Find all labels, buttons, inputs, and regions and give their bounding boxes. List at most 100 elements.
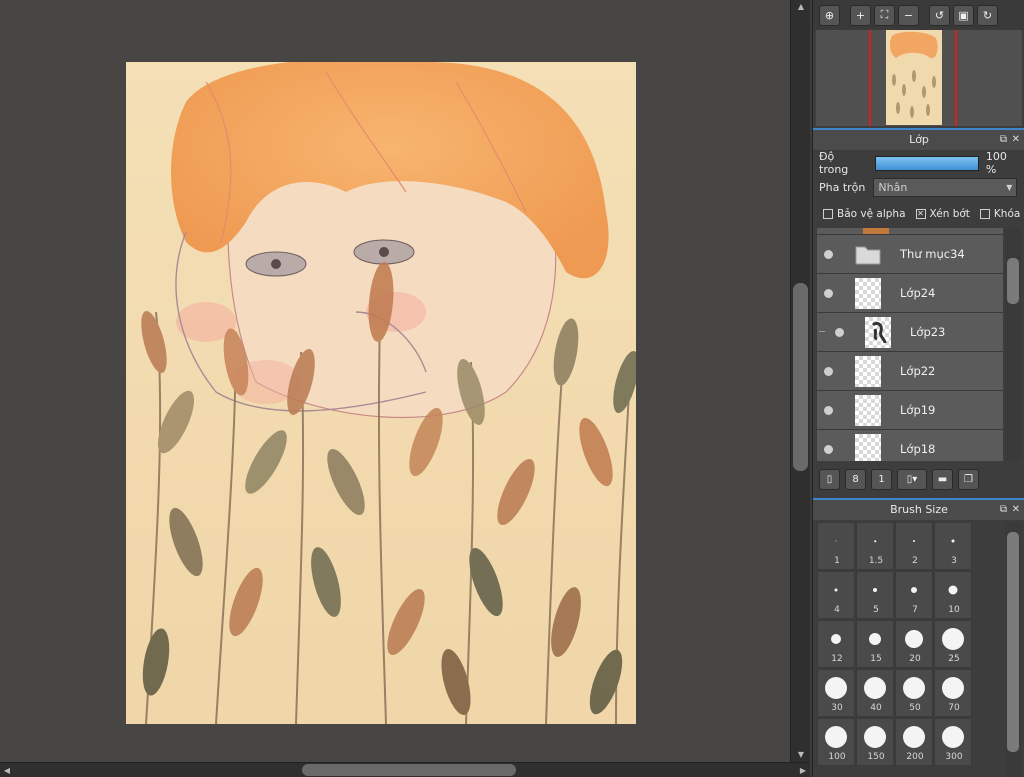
clipping-label: Xén bớt <box>929 208 970 220</box>
layer-panel-title: Lớp <box>909 133 929 146</box>
layer-thumbnail <box>855 356 881 387</box>
brush-scroll-thumb[interactable] <box>1007 532 1019 752</box>
brush-dot-icon <box>903 677 925 699</box>
layer-list[interactable]: Thư mục34 Lớp24 Lớp23 Lớp22 Lớp19 Lớp18 <box>817 228 1003 461</box>
canvas-horizontal-scrollbar[interactable]: ◀ ▶ <box>0 762 810 777</box>
brush-size-cell[interactable]: 3 <box>934 522 972 570</box>
brush-size-cell[interactable]: 10 <box>934 571 972 619</box>
brush-size-cell[interactable]: 20 <box>895 620 933 668</box>
brush-dot-icon <box>942 726 964 748</box>
visibility-eye-icon[interactable] <box>824 250 833 259</box>
layer-name: Lớp23 <box>910 325 946 339</box>
brush-size-cell[interactable]: 12 <box>817 620 855 668</box>
visibility-eye-icon[interactable] <box>835 328 844 337</box>
scroll-right-arrow-icon[interactable]: ▶ <box>796 763 810 777</box>
brush-size-panel-title: Brush Size <box>890 503 948 516</box>
brush-size-cell[interactable]: 25 <box>934 620 972 668</box>
opacity-value: 100 % <box>985 150 1007 176</box>
brush-size-cell[interactable]: 1 <box>817 522 855 570</box>
brush-size-label: 7 <box>912 605 918 615</box>
blend-label: Pha trộn <box>819 180 866 194</box>
new-layer-icon[interactable]: ▯ <box>819 468 840 490</box>
brush-size-cell[interactable]: 70 <box>934 669 972 717</box>
navigator-preview[interactable] <box>816 30 1022 126</box>
brush-size-cell[interactable]: 50 <box>895 669 933 717</box>
popout-icon[interactable]: ⧉ <box>1000 130 1007 150</box>
brush-size-cell[interactable]: 2 <box>895 522 933 570</box>
brush-size-cell[interactable]: 40 <box>856 669 894 717</box>
brush-size-label: 50 <box>909 703 921 713</box>
clipping-checkbox[interactable]: ✕ Xén bớt <box>915 208 970 220</box>
new-1bit-layer-icon[interactable]: 1 <box>871 468 892 490</box>
layer-thumbnail <box>855 395 881 426</box>
brush-size-cell[interactable]: 1.5 <box>856 522 894 570</box>
new-folder-icon[interactable]: ▬ <box>932 468 953 490</box>
brush-size-panel-header: Brush Size ⧉ ✕ <box>813 498 1024 520</box>
layer-scroll-thumb[interactable] <box>1007 258 1019 304</box>
brush-size-scrollbar[interactable] <box>1005 522 1021 777</box>
brush-size-cell[interactable]: 150 <box>856 718 894 766</box>
layer-name: Lớp19 <box>900 403 936 417</box>
visibility-eye-icon[interactable] <box>824 406 833 415</box>
vertical-scroll-thumb[interactable] <box>793 283 808 471</box>
brush-size-label: 100 <box>828 752 846 762</box>
layer-thumbnail <box>855 434 881 461</box>
layer-name: Lớp22 <box>900 364 936 378</box>
canvas-vertical-scrollbar[interactable]: ▲ ▼ <box>790 0 810 762</box>
brush-size-cell[interactable]: 300 <box>934 718 972 766</box>
zoom-out-icon[interactable]: − <box>898 4 919 26</box>
layer-row-folder[interactable]: Thư mục34 <box>817 235 1003 274</box>
brush-size-cell[interactable]: 4 <box>817 571 855 619</box>
brush-dot-icon <box>864 726 886 748</box>
brush-size-cell[interactable]: 15 <box>856 620 894 668</box>
scroll-left-arrow-icon[interactable]: ◀ <box>0 763 14 777</box>
close-icon[interactable]: ✕ <box>1012 130 1020 150</box>
brush-dot-icon <box>913 540 915 542</box>
layer-row[interactable]: Lớp18 <box>817 430 1003 461</box>
add-layer-dropdown-icon[interactable]: ▯▾ <box>897 468 927 490</box>
brush-dot-icon <box>874 540 876 542</box>
brush-dot-icon <box>864 677 886 699</box>
navigator-view-frame[interactable] <box>869 30 957 126</box>
scroll-up-arrow-icon[interactable]: ▲ <box>791 0 811 14</box>
visibility-eye-icon[interactable] <box>824 367 833 376</box>
app-window: ▲ ▼ ◀ ▶ ⊕ + ⛶ − ↺ ▣ ↻ Lớp ⧉ ✕ Độ trong 1… <box>0 0 1024 777</box>
canvas-workspace[interactable] <box>0 0 790 762</box>
brush-dot-icon <box>834 588 838 592</box>
zoom-in-icon[interactable]: + <box>850 4 871 26</box>
checkbox-unchecked-icon <box>979 209 990 219</box>
horizontal-scroll-thumb[interactable] <box>302 764 516 776</box>
duplicate-layer-icon[interactable]: ❐ <box>958 468 979 490</box>
brush-size-cell[interactable]: 30 <box>817 669 855 717</box>
brush-size-label: 5 <box>873 605 879 615</box>
brush-dot-icon <box>911 587 917 593</box>
layer-row[interactable]: Lớp24 <box>817 274 1003 313</box>
close-icon[interactable]: ✕ <box>1012 500 1020 520</box>
brush-size-cell[interactable]: 100 <box>817 718 855 766</box>
popout-icon[interactable]: ⧉ <box>1000 500 1007 520</box>
artwork-canvas[interactable] <box>126 62 636 724</box>
zoom-fit-icon[interactable]: ⊕ <box>819 4 840 26</box>
brush-size-cell[interactable]: 7 <box>895 571 933 619</box>
blend-mode-select[interactable]: Nhân ▼ <box>873 177 1018 197</box>
layer-row[interactable]: Lớp19 <box>817 391 1003 430</box>
visibility-eye-icon[interactable] <box>824 445 833 454</box>
opacity-slider[interactable] <box>874 155 979 171</box>
layer-list-scrollbar[interactable] <box>1005 228 1021 461</box>
brush-size-cell[interactable]: 5 <box>856 571 894 619</box>
reset-view-icon[interactable]: ▣ <box>953 4 974 26</box>
rotate-left-icon[interactable]: ↺ <box>929 4 950 26</box>
brush-size-cell[interactable]: 200 <box>895 718 933 766</box>
brush-dot-icon <box>831 634 841 644</box>
scroll-down-arrow-icon[interactable]: ▼ <box>791 748 811 762</box>
new-8bit-layer-icon[interactable]: 8 <box>845 468 866 490</box>
layer-row-clipped[interactable]: Lớp23 <box>817 313 1003 352</box>
protect-alpha-checkbox[interactable]: Bảo vệ alpha <box>823 208 906 220</box>
layer-row-partial[interactable] <box>817 228 1003 235</box>
layer-row[interactable]: Lớp22 <box>817 352 1003 391</box>
lock-checkbox[interactable]: Khóa <box>979 208 1020 220</box>
clipping-indicator-icon <box>819 331 825 332</box>
visibility-eye-icon[interactable] <box>824 289 833 298</box>
fit-screen-icon[interactable]: ⛶ <box>874 4 895 26</box>
rotate-right-icon[interactable]: ↻ <box>977 4 998 26</box>
